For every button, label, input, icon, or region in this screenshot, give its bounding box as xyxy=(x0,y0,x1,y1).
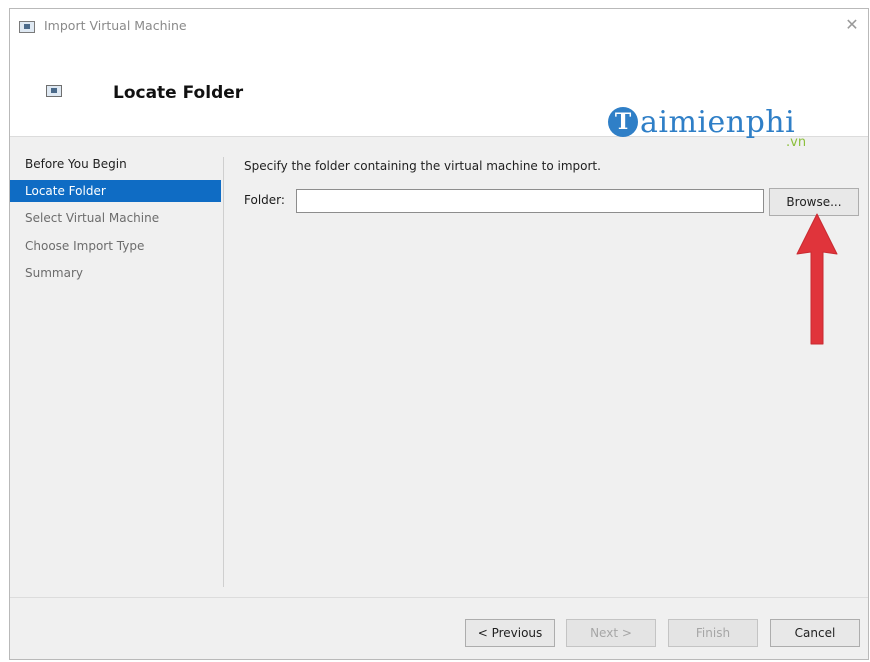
folder-label: Folder: xyxy=(244,193,285,207)
wizard-header: Locate Folder T aimienphi .vn xyxy=(10,43,868,150)
folder-path-input[interactable] xyxy=(296,189,764,213)
watermark-logo: T aimienphi .vn xyxy=(608,101,838,151)
sidebar-divider xyxy=(223,157,224,587)
watermark-initial: T xyxy=(608,107,638,137)
annotation-arrow-icon xyxy=(796,213,838,345)
wizard-icon xyxy=(46,85,62,97)
watermark-suffix: .vn xyxy=(786,135,807,150)
window-icon xyxy=(19,21,35,33)
sidebar-item-summary[interactable]: Summary xyxy=(10,262,221,284)
wizard-steps-sidebar: Before You Begin Locate Folder Select Vi… xyxy=(10,149,224,589)
title-bar: Import Virtual Machine ✕ xyxy=(10,9,868,43)
page-title: Locate Folder xyxy=(113,83,244,103)
footer-divider xyxy=(10,597,868,598)
sidebar-item-choose-import-type[interactable]: Choose Import Type xyxy=(10,235,221,257)
import-vm-dialog: Import Virtual Machine ✕ Locate Folder T… xyxy=(9,8,869,660)
finish-button[interactable]: Finish xyxy=(668,619,758,647)
instruction-text: Specify the folder containing the virtua… xyxy=(244,159,601,173)
sidebar-item-locate-folder[interactable]: Locate Folder xyxy=(10,180,221,202)
sidebar-item-select-virtual-machine[interactable]: Select Virtual Machine xyxy=(10,207,221,229)
sidebar-item-before-you-begin[interactable]: Before You Begin xyxy=(10,153,221,175)
watermark-text: aimienphi xyxy=(640,105,796,140)
next-button[interactable]: Next > xyxy=(566,619,656,647)
previous-button[interactable]: < Previous xyxy=(465,619,555,647)
window-title: Import Virtual Machine xyxy=(44,18,187,33)
close-icon[interactable]: ✕ xyxy=(840,13,864,37)
cancel-button[interactable]: Cancel xyxy=(770,619,860,647)
